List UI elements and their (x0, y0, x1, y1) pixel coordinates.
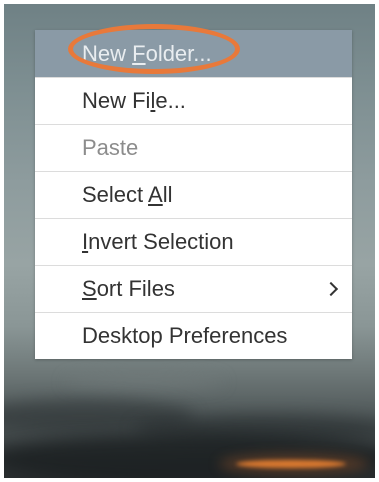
wallpaper-sunset (236, 460, 346, 468)
menu-item-invert-selection[interactable]: Invert Selection (35, 218, 352, 265)
menu-item-select-all[interactable]: Select All (35, 171, 352, 218)
desktop-context-menu: New Folder... New File... Paste Select A… (35, 30, 352, 359)
menu-item-label: Select All (82, 182, 173, 207)
chevron-right-icon (323, 281, 339, 297)
menu-item-new-file[interactable]: New File... (35, 77, 352, 124)
wallpaper-cloud (64, 374, 224, 390)
menu-item-paste: Paste (35, 124, 352, 171)
menu-item-label: Desktop Preferences (82, 323, 288, 348)
menu-item-label: New Folder... (82, 40, 212, 66)
menu-item-sort-files[interactable]: Sort Files (35, 265, 352, 312)
menu-item-new-folder[interactable]: New Folder... (35, 30, 352, 77)
menu-item-desktop-preferences[interactable]: Desktop Preferences (35, 312, 352, 359)
menu-item-label: Sort Files (82, 276, 175, 301)
menu-item-label: New File... (82, 88, 186, 113)
menu-item-label: Paste (82, 135, 139, 160)
menu-item-label: Invert Selection (82, 229, 234, 254)
